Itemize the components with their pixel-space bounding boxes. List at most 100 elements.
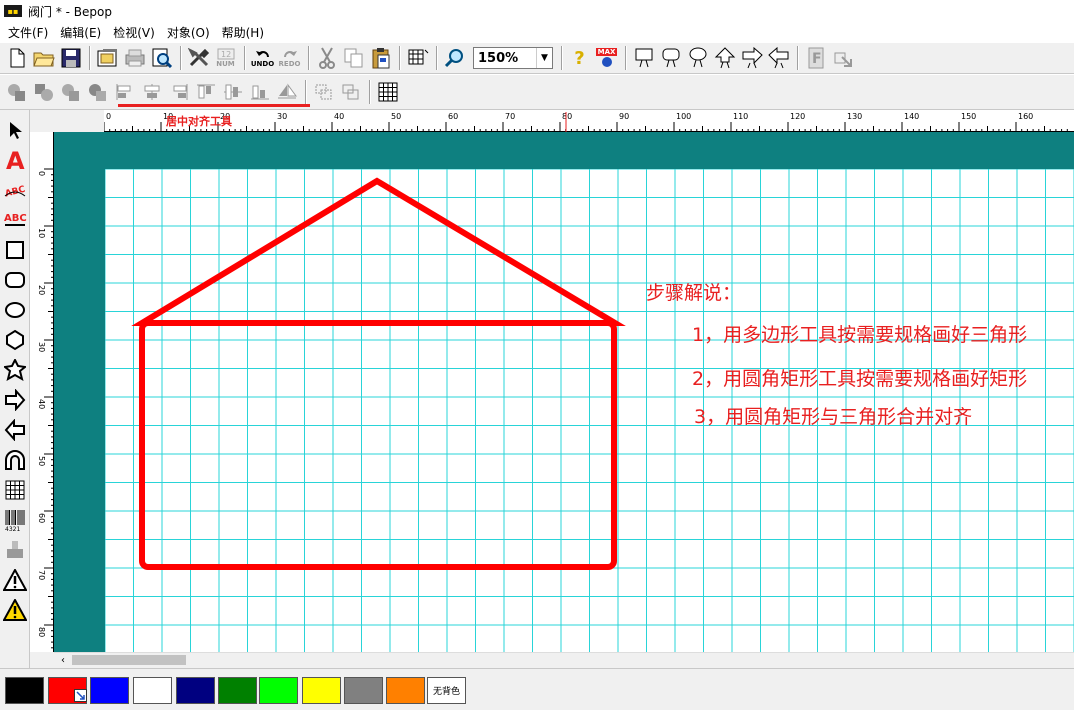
chevron-down-icon[interactable]: ▼ [536, 48, 552, 68]
horizontal-scrollbar[interactable]: ‹ [54, 652, 1074, 666]
select-tool[interactable] [2, 116, 28, 144]
ellipse-tool[interactable] [2, 296, 28, 324]
scrollbar-thumb[interactable] [72, 655, 186, 665]
align-top-icon [196, 84, 215, 99]
numbering-button[interactable]: 12 NUM [213, 45, 238, 71]
color-swatch[interactable] [344, 677, 383, 704]
triangle-shape[interactable] [131, 177, 626, 326]
zoom-dropdown[interactable]: 150% ▼ [473, 47, 553, 69]
cut-shape-arrow-right-button[interactable] [739, 45, 764, 71]
zoom-button[interactable] [442, 45, 467, 71]
color-swatch[interactable] [90, 677, 129, 704]
cut-shape-rounded-button[interactable] [658, 45, 683, 71]
scroll-left-icon[interactable]: ‹ [56, 653, 70, 667]
table-icon [5, 480, 25, 500]
tools-button[interactable] [186, 45, 211, 71]
svg-text:4321: 4321 [5, 526, 20, 532]
max-button[interactable]: MAX [594, 45, 619, 71]
undo-icon [255, 51, 269, 58]
arc-text-tool[interactable]: ABC [2, 174, 28, 202]
ruler-tick-label: 50 [391, 112, 401, 121]
cut-shape-cloud-button[interactable] [685, 45, 710, 71]
copy-button[interactable] [341, 45, 366, 71]
rounded-rectangle-tool[interactable] [2, 266, 28, 294]
cut-shape-arrow-left-button[interactable] [766, 45, 791, 71]
flip-button[interactable] [274, 79, 299, 105]
group-button[interactable] [311, 79, 336, 105]
table-button[interactable] [375, 79, 400, 105]
color-swatch[interactable] [259, 677, 298, 704]
paste-button[interactable] [368, 45, 393, 71]
cut-button[interactable] [314, 45, 339, 71]
menu-view[interactable]: 检视(V) [107, 24, 161, 41]
new-file-button[interactable] [4, 45, 29, 71]
tool-palette: A ABC ABC 4321 [0, 110, 30, 670]
grid-toggle-button[interactable] [405, 45, 430, 71]
align-right-button[interactable] [166, 79, 191, 105]
align-top-button[interactable] [193, 79, 218, 105]
redo-button[interactable]: REDO [277, 45, 302, 71]
ruler-tick-label: 0 [37, 171, 46, 176]
link-button[interactable] [830, 45, 855, 71]
rounded-rectangle-shape[interactable] [139, 320, 617, 570]
print-preview-button[interactable] [149, 45, 174, 71]
no-fill-swatch[interactable]: 无背色 [427, 677, 466, 704]
undo-button[interactable]: UNDO [250, 45, 275, 71]
help-question-icon: ? [574, 47, 585, 69]
color-swatch[interactable] [5, 677, 44, 704]
ungroup-button[interactable] [338, 79, 363, 105]
arch-tool[interactable] [2, 446, 28, 474]
menu-help[interactable]: 帮助(H) [216, 24, 270, 41]
toolbar-separator [180, 46, 182, 70]
align-center-h-button[interactable] [139, 79, 164, 105]
color-swatch[interactable] [176, 677, 215, 704]
color-swatch[interactable] [133, 677, 172, 704]
align-bottom-button[interactable] [247, 79, 272, 105]
table-tool[interactable] [2, 476, 28, 504]
text-tool[interactable]: A [2, 146, 28, 174]
max-label: MAX [595, 48, 618, 56]
svg-text:F: F [812, 51, 822, 67]
rounded-rectangle-icon [5, 272, 25, 288]
warning-sign-tool[interactable] [2, 566, 28, 594]
align-middle-v-button[interactable] [220, 79, 245, 105]
polygon-tool[interactable] [2, 326, 28, 354]
arrow-right-tool[interactable] [2, 386, 28, 414]
cut-arrow-up-icon [714, 47, 735, 69]
straight-text-tool[interactable]: ABC [2, 204, 28, 232]
combine-exclude-button[interactable] [85, 79, 110, 105]
menu-object[interactable]: 对象(O) [161, 24, 216, 41]
ruler-tick-label: 0 [106, 112, 111, 121]
help-button[interactable]: ? [567, 45, 592, 71]
save-button[interactable] [58, 45, 83, 71]
canvas-area[interactable] [54, 132, 1074, 652]
color-swatch[interactable] [218, 677, 257, 704]
arrow-left-tool[interactable] [2, 416, 28, 444]
star-tool[interactable] [2, 356, 28, 384]
ruler-tick-label: 130 [847, 112, 862, 121]
ruler-tick-label: 60 [37, 513, 46, 523]
toolbar-separator [797, 46, 799, 70]
combine-union-button[interactable] [4, 79, 29, 105]
cut-shape-square-button[interactable] [631, 45, 656, 71]
color-swatch[interactable] [302, 677, 341, 704]
barcode-tool[interactable]: 4321 [2, 506, 28, 534]
align-left-button[interactable] [112, 79, 137, 105]
rectangle-tool[interactable] [2, 236, 28, 264]
print-button[interactable] [122, 45, 147, 71]
new-file-icon [10, 48, 24, 68]
combine-intersect-button[interactable] [58, 79, 83, 105]
import-image-button[interactable] [95, 45, 120, 71]
font-f-button[interactable]: F [803, 45, 828, 71]
color-swatch[interactable] [386, 677, 425, 704]
menu-edit[interactable]: 编辑(E) [54, 24, 107, 41]
svg-text:A: A [6, 148, 25, 172]
menu-file[interactable]: 文件(F) [2, 24, 54, 41]
cut-shape-arrow-up-button[interactable] [712, 45, 737, 71]
combine-subtract-button[interactable] [31, 79, 56, 105]
cut-cloud-icon [689, 47, 706, 68]
stamp-tool[interactable] [2, 536, 28, 564]
barcode-icon: 4321 [5, 510, 25, 532]
warning-sign-yellow-tool[interactable] [2, 596, 28, 624]
open-file-button[interactable] [31, 45, 56, 71]
